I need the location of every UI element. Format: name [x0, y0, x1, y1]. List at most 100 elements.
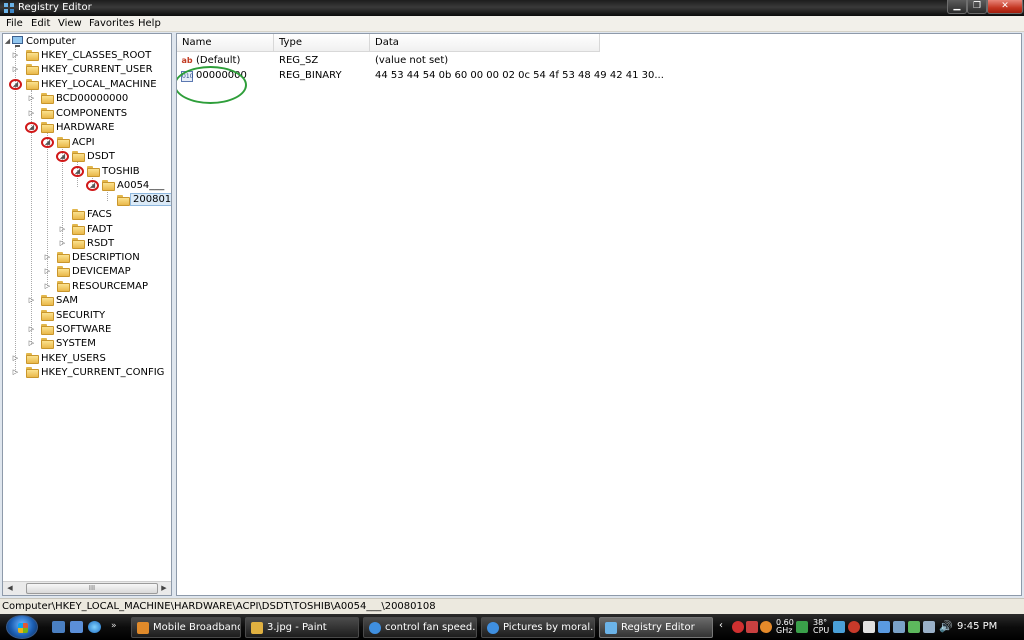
tree-item-rsdt[interactable]: ▷ RSDT	[3, 237, 171, 251]
tree-horizontal-scrollbar[interactable]: ◀ III ▶	[3, 581, 171, 595]
tray-app-icon[interactable]	[863, 621, 875, 633]
tray-app-icon[interactable]	[893, 621, 905, 633]
tray-app-icon[interactable]	[796, 621, 808, 633]
taskbar-button-paint[interactable]: 3.jpg - Paint	[245, 617, 359, 638]
tray-expand-icon[interactable]: ‹	[719, 620, 723, 631]
scroll-left-icon[interactable]: ◀	[3, 582, 17, 595]
expand-arrow-icon[interactable]: ▷	[28, 95, 35, 102]
taskbar-button-registry-editor[interactable]: Registry Editor	[599, 617, 713, 638]
tree-item-dsdt[interactable]: ◢ DSDT	[3, 150, 171, 164]
tree-label: FADT	[87, 224, 113, 235]
collapse-arrow-icon[interactable]: ◢	[4, 38, 11, 45]
menu-file[interactable]: File	[6, 18, 23, 29]
tree-item-acpi[interactable]: ◢ ACPI	[3, 136, 171, 150]
tree-item-fadt[interactable]: ▷ FADT	[3, 223, 171, 237]
value-row-default[interactable]: ab (Default) REG_SZ (value not set)	[177, 54, 1021, 69]
tree-item-hkey-users[interactable]: ▷ HKEY_USERS	[3, 352, 171, 366]
close-button[interactable]: ✕	[987, 0, 1023, 14]
taskbar-button-mobile-broadband[interactable]: Mobile Broadband	[131, 617, 241, 638]
tree-item-sam[interactable]: ▷ SAM	[3, 294, 171, 308]
value-name: (Default)	[196, 55, 241, 66]
tree-item-20080108[interactable]: 20080108	[3, 193, 171, 208]
show-desktop-icon[interactable]	[52, 621, 65, 633]
value-row-00000000[interactable]: 010 00000000 REG_BINARY 44 53 44 54 0b 6…	[177, 69, 1021, 84]
tree-item-system[interactable]: ▷ SYSTEM	[3, 337, 171, 351]
expand-arrow-icon[interactable]: ▷	[12, 369, 19, 376]
menu-view[interactable]: View	[58, 18, 82, 29]
tree-label: DESCRIPTION	[72, 252, 140, 263]
folder-icon	[41, 295, 54, 306]
expand-arrow-icon[interactable]: ▷	[59, 240, 66, 247]
expand-arrow-icon[interactable]: ▷	[12, 66, 19, 73]
expand-arrow-icon[interactable]: ▷	[44, 268, 51, 275]
tray-app-icon[interactable]	[848, 621, 860, 633]
tree-item-resourcemap[interactable]: ▷ RESOURCEMAP	[3, 280, 171, 294]
taskbar-button-label: 3.jpg - Paint	[267, 622, 327, 633]
expand-arrow-icon[interactable]: ▷	[12, 52, 19, 59]
quick-launch-overflow-icon[interactable]: »	[111, 621, 117, 631]
expand-arrow-icon[interactable]: ▷	[12, 355, 19, 362]
maximize-button[interactable]: ❐	[967, 0, 987, 14]
tree-item-computer[interactable]: ◢ Computer	[3, 35, 171, 49]
key-tree[interactable]: ◢ Computer ▷ HKEY_CLASSES_ROOT ▷ HKEY_CU…	[2, 33, 172, 596]
tree-item-hardware[interactable]: ◢ HARDWARE	[3, 121, 171, 135]
cpu-speed-readout: 0.60 GHz	[776, 619, 794, 635]
registry-editor-icon	[4, 3, 14, 13]
internet-explorer-icon	[487, 622, 499, 634]
values-list[interactable]: Name Type Data ab (Default) REG_SZ (valu…	[176, 33, 1022, 596]
tree-item-facs[interactable]: FACS	[3, 208, 171, 222]
minimize-button[interactable]: ▁	[947, 0, 967, 14]
tree-label: FACS	[87, 209, 112, 220]
computer-icon	[12, 36, 23, 47]
internet-explorer-icon[interactable]	[88, 621, 101, 633]
folder-icon	[102, 180, 115, 191]
tree-item-description[interactable]: ▷ DESCRIPTION	[3, 251, 171, 265]
column-header-name[interactable]: Name	[177, 34, 274, 52]
battery-icon[interactable]	[908, 621, 920, 633]
antivirus-icon[interactable]	[732, 621, 744, 633]
expand-arrow-icon[interactable]: ▷	[28, 326, 35, 333]
expand-arrow-icon[interactable]: ▷	[28, 110, 35, 117]
clock[interactable]: 9:45 PM	[957, 621, 997, 632]
taskbar-button-browser-2[interactable]: Pictures by moral...	[481, 617, 595, 638]
wireless-icon[interactable]	[923, 621, 935, 633]
expand-arrow-icon[interactable]: ▷	[28, 340, 35, 347]
tree-label: A0054___	[117, 180, 165, 191]
menu-help[interactable]: Help	[138, 18, 161, 29]
column-header-type[interactable]: Type	[274, 34, 370, 52]
tree-item-bcd00000000[interactable]: ▷ BCD00000000	[3, 92, 171, 106]
tree-item-software[interactable]: ▷ SOFTWARE	[3, 323, 171, 337]
tree-item-devicemap[interactable]: ▷ DEVICEMAP	[3, 265, 171, 279]
tray-app-icon[interactable]	[760, 621, 772, 633]
tray-app-icon[interactable]	[746, 621, 758, 633]
scroll-right-icon[interactable]: ▶	[157, 582, 171, 595]
folder-icon	[57, 266, 70, 277]
tree-label: HARDWARE	[56, 122, 115, 133]
tree-label: SOFTWARE	[56, 324, 112, 335]
column-header-data[interactable]: Data	[370, 34, 600, 52]
tree-item-toshib[interactable]: ◢ TOSHIB	[3, 165, 171, 179]
tree-item-security[interactable]: SECURITY	[3, 309, 171, 323]
cpu-speed-unit: GHz	[776, 626, 793, 635]
tree-item-hkey-local-machine[interactable]: ◢ HKEY_LOCAL_MACHINE	[3, 78, 171, 92]
tree-item-hkey-current-config[interactable]: ▷ HKEY_CURRENT_CONFIG	[3, 366, 171, 380]
expand-arrow-icon[interactable]: ▷	[44, 254, 51, 261]
tree-item-a0054[interactable]: ◢ A0054___	[3, 179, 171, 193]
start-button[interactable]	[6, 615, 38, 639]
expand-arrow-icon[interactable]: ▷	[59, 226, 66, 233]
tree-item-components[interactable]: ▷ COMPONENTS	[3, 107, 171, 121]
folder-icon	[41, 108, 54, 119]
tree-item-hkey-classes-root[interactable]: ▷ HKEY_CLASSES_ROOT	[3, 49, 171, 63]
switch-windows-icon[interactable]	[70, 621, 83, 633]
folder-icon	[72, 238, 85, 249]
taskbar-button-browser-1[interactable]: control fan speed...	[363, 617, 477, 638]
scrollbar-thumb[interactable]: III	[26, 583, 158, 594]
expand-arrow-icon[interactable]: ▷	[28, 297, 35, 304]
network-icon[interactable]	[878, 621, 890, 633]
volume-icon[interactable]: 🔊	[939, 620, 953, 633]
tree-item-hkey-current-user[interactable]: ▷ HKEY_CURRENT_USER	[3, 63, 171, 77]
menu-favorites[interactable]: Favorites	[89, 18, 134, 29]
menu-edit[interactable]: Edit	[31, 18, 50, 29]
expand-arrow-icon[interactable]: ▷	[44, 283, 51, 290]
tray-app-icon[interactable]	[833, 621, 845, 633]
